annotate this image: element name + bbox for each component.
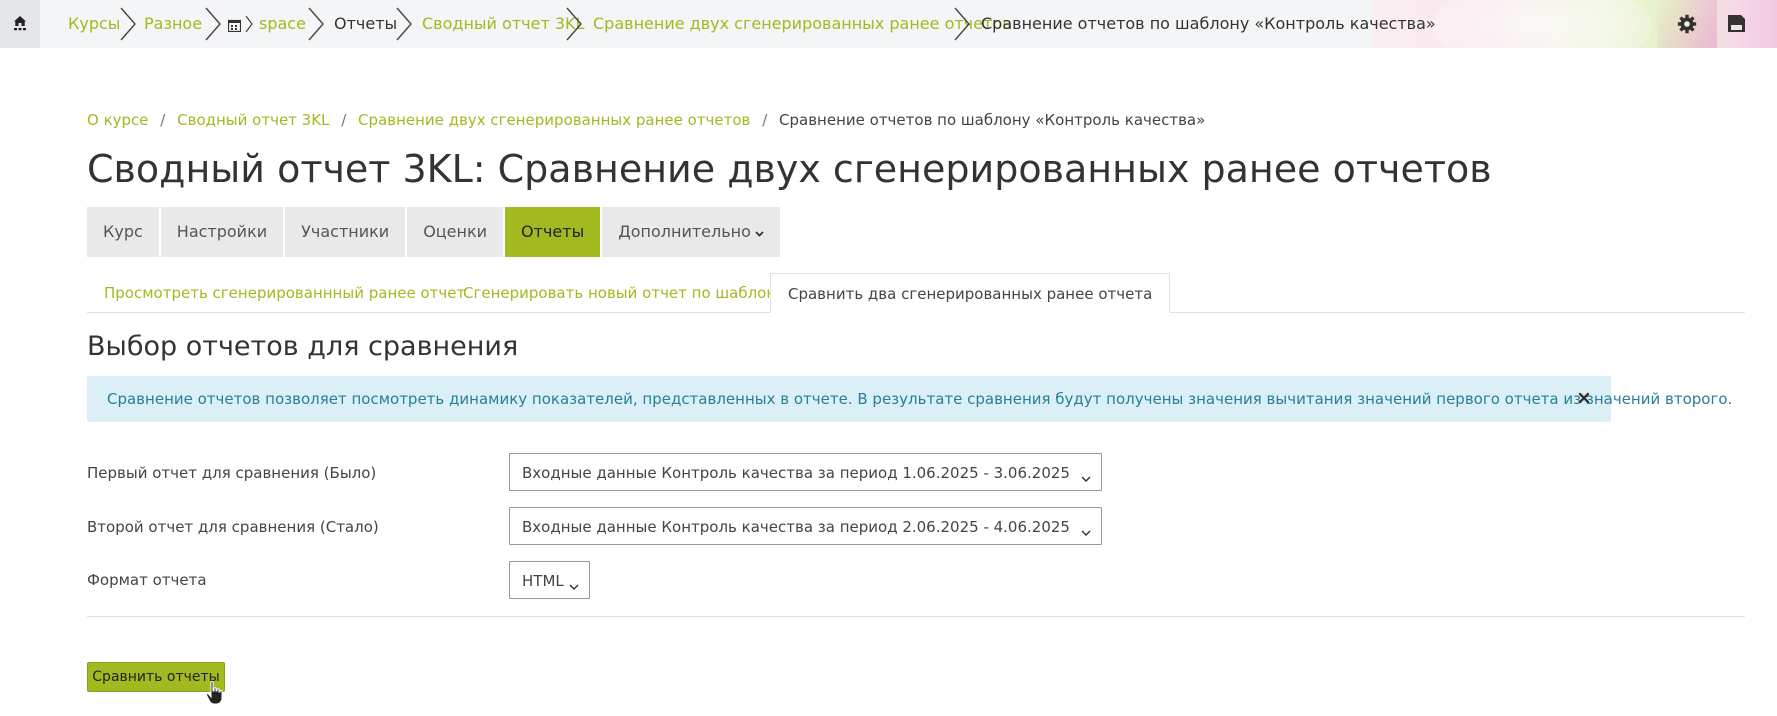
topbar-crumb-reports: Отчеты	[334, 14, 398, 33]
nav-tab-more[interactable]: Дополнительно	[602, 207, 780, 257]
nav-tab-grades[interactable]: Оценки	[407, 207, 504, 257]
breadcrumb-separator: /	[341, 111, 347, 129]
breadcrumb-separator: /	[160, 111, 166, 129]
tab-view-report[interactable]: Просмотреть сгенерированнный ранее отчет	[87, 273, 482, 313]
topbar-crumb-misc[interactable]: Разное	[144, 0, 202, 48]
form-divider	[87, 616, 1745, 617]
nav-tab-more-label: Дополнительно	[618, 222, 751, 241]
nav-tab-settings[interactable]: Настройки	[160, 207, 284, 257]
format-select[interactable]: HTML	[509, 561, 590, 599]
breadcrumb-item-summary-report[interactable]: Сводный отчет 3KL	[177, 111, 329, 129]
course-nav: Курс Настройки Участники Оценки Отчеты Д…	[87, 207, 782, 257]
chevron-right-icon	[953, 6, 971, 42]
topbar-crumb-compare[interactable]: Сравнение двух сгенерированных ранее отч…	[593, 0, 1012, 48]
topbar-crumb-courses[interactable]: Курсы	[68, 0, 120, 48]
chevron-right-small-icon	[244, 14, 254, 34]
chevron-down-icon	[1081, 468, 1091, 487]
breadcrumb-separator: /	[762, 111, 768, 129]
chevron-right-icon	[307, 6, 325, 42]
nav-tab-participants[interactable]: Участники	[285, 207, 406, 257]
chevron-down-icon	[1081, 522, 1091, 541]
gear-icon[interactable]	[1677, 14, 1697, 34]
topbar-crumb-summary-report[interactable]: Сводный отчет 3KL	[422, 0, 584, 48]
tab-compare-reports[interactable]: Сравнить два сгенерированных ранее отчет…	[770, 273, 1171, 313]
topbar-crumb-space[interactable]: space	[259, 0, 306, 48]
breadcrumb: О курсе / Сводный отчет 3KL / Сравнение …	[87, 110, 1205, 130]
chevron-down-icon	[755, 207, 764, 257]
alert-text: Сравнение отчетов позволяет посмотреть д…	[107, 390, 1733, 408]
chevron-right-icon	[395, 6, 413, 42]
chevron-right-icon	[565, 6, 583, 42]
format-value: HTML	[522, 572, 564, 590]
topbar-crumb-current: Сравнение отчетов по шаблону «Контроль к…	[981, 14, 1436, 33]
breadcrumb-current: Сравнение отчетов по шаблону «Контроль к…	[779, 111, 1206, 129]
page-title: Сводный отчет 3KL: Сравнение двух сгенер…	[87, 147, 1492, 191]
second-report-value: Входные данные Контроль качества за пери…	[522, 518, 1070, 536]
first-report-select[interactable]: Входные данные Контроль качества за пери…	[509, 453, 1102, 491]
second-report-select[interactable]: Входные данные Контроль качества за пери…	[509, 507, 1102, 545]
nav-tab-reports[interactable]: Отчеты	[505, 207, 601, 257]
chevron-right-icon	[204, 6, 222, 42]
breadcrumb-item-compare[interactable]: Сравнение двух сгенерированных ранее отч…	[358, 111, 750, 129]
chevron-right-icon	[119, 6, 137, 42]
home-icon	[14, 16, 26, 31]
first-report-label: Первый отчет для сравнения (Было)	[87, 464, 377, 482]
breadcrumb-item-about-course[interactable]: О курсе	[87, 111, 149, 129]
first-report-value: Входные данные Контроль качества за пери…	[522, 464, 1070, 482]
save-icon[interactable]	[1727, 14, 1747, 34]
tab-generate-report[interactable]: Сгенерировать новый отчет по шаблону	[446, 273, 802, 313]
hand-cursor-icon	[205, 680, 225, 706]
section-title: Выбор отчетов для сравнения	[87, 331, 519, 362]
calendar-icon	[227, 17, 242, 33]
close-icon[interactable]	[1575, 389, 1593, 407]
nav-tab-course[interactable]: Курс	[87, 207, 159, 257]
second-report-label: Второй отчет для сравнения (Стало)	[87, 518, 379, 536]
home-button[interactable]	[0, 0, 40, 48]
format-label: Формат отчета	[87, 571, 207, 589]
info-alert: Сравнение отчетов позволяет посмотреть д…	[87, 376, 1732, 422]
chevron-down-icon	[569, 576, 579, 595]
top-navbar: Курсы Разное space Отчеты Сводный отчет …	[0, 0, 1777, 70]
